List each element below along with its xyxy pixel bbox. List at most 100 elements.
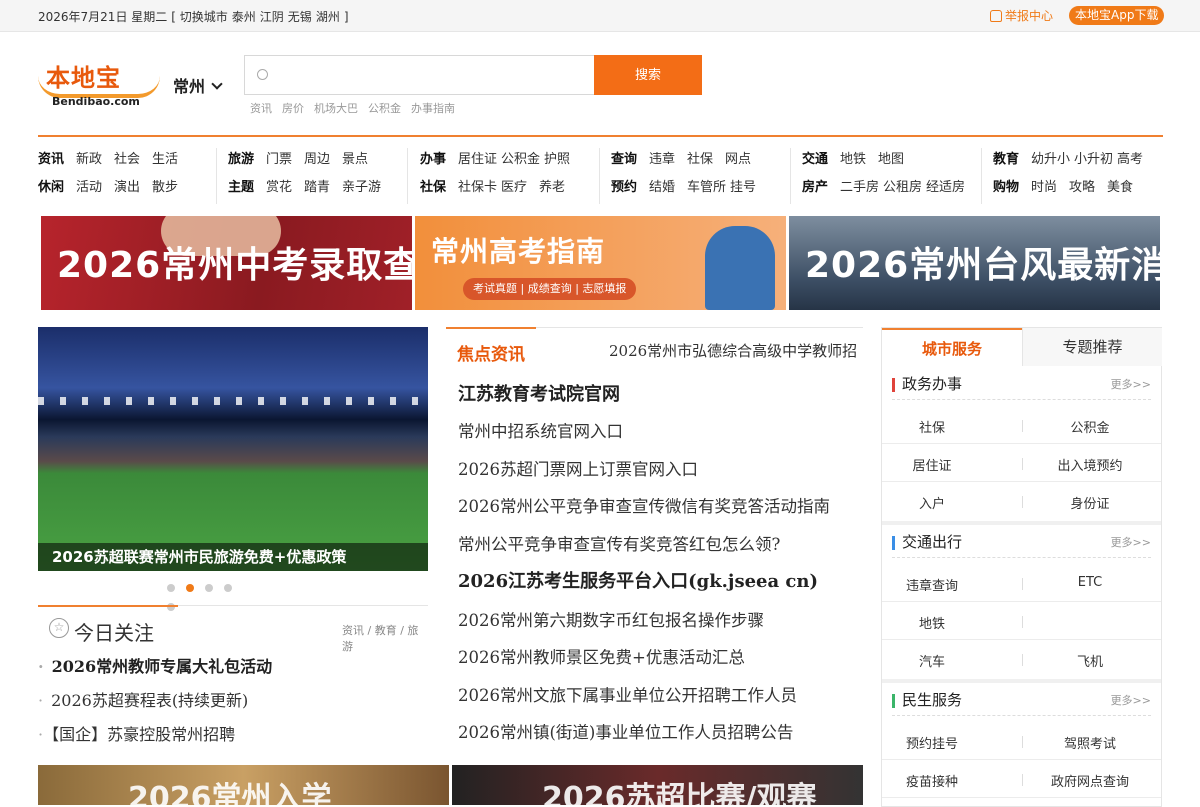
list-item[interactable]: 2026常州公平竞争审查宣传微信有奖竞答活动指南 xyxy=(458,495,830,532)
nav-link[interactable]: 社会 xyxy=(114,152,140,167)
nav-head[interactable]: 交通 xyxy=(802,152,828,167)
banner-typhoon[interactable]: 2026常州台风最新消息 xyxy=(789,216,1160,310)
image-slider[interactable]: 2026苏超联赛常州市民旅游免费+优惠政策 xyxy=(38,327,428,571)
service-link[interactable]: 社保 xyxy=(862,417,1002,436)
list-item[interactable]: 2026常州第六期数字币红包报名操作步骤 xyxy=(458,609,830,646)
nav-head[interactable]: 购物 xyxy=(993,180,1019,195)
nav-link[interactable]: 经适房 xyxy=(926,180,965,195)
search-button[interactable]: 搜索 xyxy=(594,55,702,95)
list-item[interactable]: 江苏教育考试院官网 xyxy=(458,383,830,420)
search-input[interactable] xyxy=(277,64,577,86)
nav-head[interactable]: 教育 xyxy=(993,152,1019,167)
list-item[interactable]: 2026常州文旅下属事业单位公开招聘工作人员 xyxy=(458,684,830,721)
service-link[interactable]: ETC xyxy=(1020,575,1160,590)
more-link[interactable]: 更多>> xyxy=(1111,692,1151,708)
nav-head[interactable]: 旅游 xyxy=(228,152,254,167)
list-item[interactable]: 2026常州教师景区免费+优惠活动汇总 xyxy=(458,646,830,683)
nav-link[interactable]: 幼升小 xyxy=(1031,152,1070,167)
service-link[interactable]: 入户 xyxy=(862,493,1002,512)
app-download-button[interactable]: 本地宝App下载 xyxy=(1069,6,1165,25)
list-item[interactable]: 常州中招系统官网入口 xyxy=(458,420,830,457)
nav-link[interactable]: 活动 xyxy=(76,180,102,195)
hot-link[interactable]: 机场大巴 xyxy=(314,102,358,115)
nav-link[interactable]: 公积金 xyxy=(501,152,540,167)
promo-image-match[interactable]: 2026苏超比赛/观赛 xyxy=(452,765,863,805)
nav-link[interactable]: 时尚 xyxy=(1031,180,1057,195)
nav-link[interactable]: 居住证 xyxy=(458,152,497,167)
today-tags[interactable]: 资讯 / 教育 / 旅游 xyxy=(342,622,428,654)
nav-head[interactable]: 预约 xyxy=(611,180,637,195)
nav-link[interactable]: 演出 xyxy=(114,180,140,195)
nav-link[interactable]: 地图 xyxy=(878,152,904,167)
service-link[interactable]: 汽车 xyxy=(862,651,1002,670)
nav-link[interactable]: 攻略 xyxy=(1069,180,1095,195)
nav-link[interactable]: 社保 xyxy=(687,152,713,167)
nav-link[interactable]: 门票 xyxy=(266,152,292,167)
nav-head[interactable]: 查询 xyxy=(611,152,637,167)
list-item[interactable]: 【国企】苏豪控股常州招聘 xyxy=(38,723,272,757)
nav-head[interactable]: 房产 xyxy=(802,180,828,195)
banner-zhongkao[interactable]: 2026常州中考录取查询 xyxy=(41,216,412,310)
nav-link[interactable]: 医疗 xyxy=(501,180,527,195)
more-link[interactable]: 更多>> xyxy=(1111,534,1151,550)
nav-head[interactable]: 办事 xyxy=(420,152,446,167)
nav-head[interactable]: 休闲 xyxy=(38,180,64,195)
city-selector[interactable]: 常州 xyxy=(173,73,223,97)
nav-link[interactable]: 养老 xyxy=(539,180,565,195)
news-marquee[interactable]: 2026常州市弘德综合高级中学教师招 xyxy=(609,340,863,362)
service-link[interactable]: 公积金 xyxy=(1020,417,1160,436)
nav-link[interactable]: 亲子游 xyxy=(342,180,381,195)
promo-image-enrollment[interactable]: 2026常州入学 xyxy=(38,765,449,805)
nav-link[interactable]: 结婚 xyxy=(649,180,675,195)
nav-link[interactable]: 高考 xyxy=(1117,152,1143,167)
nav-link[interactable]: 地铁 xyxy=(840,152,866,167)
tab-city-service[interactable]: 城市服务 xyxy=(882,328,1022,367)
hot-link[interactable]: 房价 xyxy=(282,102,304,115)
nav-link[interactable]: 社保卡 xyxy=(458,180,497,195)
nav-link[interactable]: 景点 xyxy=(342,152,368,167)
slider-dot[interactable] xyxy=(205,584,213,592)
nav-head[interactable]: 主题 xyxy=(228,180,254,195)
service-link[interactable]: 驾照考试 xyxy=(1020,733,1160,752)
list-item[interactable]: 2026常州教师专属大礼包活动 xyxy=(38,655,273,689)
slider-caption[interactable]: 2026苏超联赛常州市民旅游免费+优惠政策 xyxy=(38,543,428,571)
service-link[interactable]: 飞机 xyxy=(1020,651,1160,670)
nav-link[interactable]: 美食 xyxy=(1107,180,1133,195)
banner-gaokao[interactable]: 常州高考指南 考试真题 | 成绩查询 | 志愿填报 xyxy=(415,216,786,310)
nav-link[interactable]: 二手房 xyxy=(840,180,879,195)
nav-link[interactable]: 挂号 xyxy=(730,180,756,195)
city-link-taizhou[interactable]: 泰州 xyxy=(232,10,256,24)
switch-city-label[interactable]: [ 切换城市 xyxy=(171,10,228,24)
list-item[interactable]: 2026苏超赛程表(持续更新) xyxy=(38,689,272,723)
list-item[interactable]: 2026苏超门票网上订票官网入口 xyxy=(458,458,830,495)
service-link[interactable]: 政府网点查询 xyxy=(1020,771,1160,790)
more-link[interactable]: 更多>> xyxy=(1111,376,1151,392)
nav-link[interactable]: 护照 xyxy=(544,152,570,167)
nav-link[interactable]: 网点 xyxy=(725,152,751,167)
nav-head[interactable]: 社保 xyxy=(420,180,446,195)
nav-link[interactable]: 生活 xyxy=(152,152,178,167)
hot-link[interactable]: 办事指南 xyxy=(411,102,455,115)
slider-dot[interactable] xyxy=(224,584,232,592)
nav-head[interactable]: 资讯 xyxy=(38,152,64,167)
report-center-link[interactable]: 举报中心 xyxy=(990,7,1053,24)
service-link[interactable]: 违章查询 xyxy=(862,575,1002,594)
nav-link[interactable]: 小升初 xyxy=(1074,152,1113,167)
site-logo[interactable]: 本地宝 Bendibao.com xyxy=(38,58,160,110)
nav-link[interactable]: 违章 xyxy=(649,152,675,167)
nav-link[interactable]: 踏青 xyxy=(304,180,330,195)
city-link-huzhou[interactable]: 湖州 xyxy=(316,10,340,24)
list-item[interactable]: 2026常州镇(街道)事业单位工作人员招聘公告 xyxy=(458,721,830,758)
nav-link[interactable]: 周边 xyxy=(304,152,330,167)
slider-dot[interactable] xyxy=(167,584,175,592)
service-link[interactable]: 居住证 xyxy=(862,455,1002,474)
nav-link[interactable]: 新政 xyxy=(76,152,102,167)
city-link-wuxi[interactable]: 无锡 xyxy=(288,10,312,24)
nav-link[interactable]: 赏花 xyxy=(266,180,292,195)
hot-link[interactable]: 资讯 xyxy=(250,102,272,115)
service-link[interactable]: 身份证 xyxy=(1020,493,1160,512)
list-item[interactable]: 常州公平竞争审查宣传有奖竞答红包怎么领? xyxy=(458,533,830,570)
nav-link[interactable]: 公租房 xyxy=(883,180,922,195)
service-link[interactable]: 出入境预约 xyxy=(1020,455,1160,474)
nav-link[interactable]: 散步 xyxy=(152,180,178,195)
